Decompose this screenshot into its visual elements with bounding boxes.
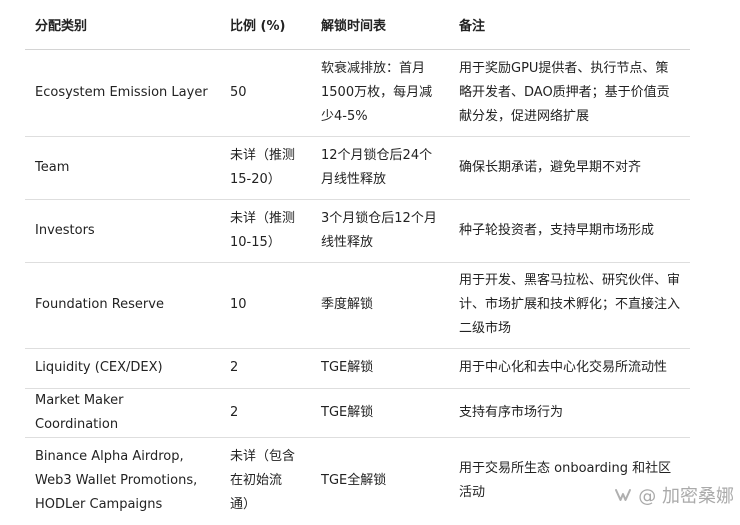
cell-unlock: 3个月锁仓后12个月线性释放 xyxy=(311,199,449,263)
cell-category: Binance Alpha Airdrop, Web3 Wallet Promo… xyxy=(35,449,198,513)
table-row: Investors 未详（推测10-15） 3个月锁仓后12个月线性释放 种子轮… xyxy=(25,199,690,263)
cell-ratio: 未详（包含在初始流通） xyxy=(230,449,296,513)
cell-note: 确保长期承诺，避免早期不对齐 xyxy=(449,136,690,200)
cell-unlock: 12个月锁仓后24个月线性释放 xyxy=(311,136,449,200)
table-row: Foundation Reserve 10 季度解锁 用于开发、黑客马拉松、研究… xyxy=(25,262,690,349)
cell-note: 用于开发、黑客马拉松、研究伙伴、审计、市场扩展和技术孵化；不直接注入二级市场 xyxy=(449,262,690,349)
cell-category: Market Maker Coordination xyxy=(25,388,220,438)
cell-ratio: 未详（推测10-15） xyxy=(220,199,311,263)
table-row: Binance Alpha Airdrop, Web3 Wallet Promo… xyxy=(25,437,690,525)
cell-ratio: 2 xyxy=(220,388,311,438)
header-unlock-schedule: 解锁时间表 xyxy=(311,0,449,50)
cell-category: Investors xyxy=(25,199,220,263)
cell-unlock: TGE全解锁 xyxy=(321,473,387,489)
cell-ratio: 2 xyxy=(220,348,311,389)
token-allocation-table: 分配类别 比例 (%) 解锁时间表 备注 Ecosystem Emission … xyxy=(25,0,690,525)
cell-unlock: TGE解锁 xyxy=(311,388,449,438)
cell-category: Liquidity (CEX/DEX) xyxy=(25,348,220,389)
header-note: 备注 xyxy=(449,0,690,50)
wechat-channel-icon xyxy=(613,485,633,505)
cell-category: Foundation Reserve xyxy=(25,262,220,349)
cell-unlock: 季度解锁 xyxy=(311,262,449,349)
table-row: Team 未详（推测15-20） 12个月锁仓后24个月线性释放 确保长期承诺，… xyxy=(25,136,690,200)
header-ratio: 比例 (%) xyxy=(220,0,311,50)
allocation-table-container: 分配类别 比例 (%) 解锁时间表 备注 Ecosystem Emission … xyxy=(25,0,690,525)
table-row: Ecosystem Emission Layer 50 软衰减排放：首月1500… xyxy=(25,49,690,137)
watermark-text: @ 加密桑娜 xyxy=(638,486,734,507)
cell-category: Team xyxy=(25,136,220,200)
watermark: @ 加密桑娜 xyxy=(613,482,734,508)
table-row: Liquidity (CEX/DEX) 2 TGE解锁 用于中心化和去中心化交易… xyxy=(25,348,690,389)
cell-note: 用于奖励GPU提供者、执行节点、策略开发者、DAO质押者；基于价值贡献分发，促进… xyxy=(449,49,690,137)
table-row: Market Maker Coordination 2 TGE解锁 支持有序市场… xyxy=(25,388,690,438)
cell-category: Ecosystem Emission Layer xyxy=(25,49,220,137)
cell-unlock: TGE解锁 xyxy=(311,348,449,389)
cell-note: 用于中心化和去中心化交易所流动性 xyxy=(449,348,690,389)
cell-note: 用于交易所生态 onboarding 和社区活动 xyxy=(459,461,672,501)
header-category: 分配类别 xyxy=(25,0,220,50)
table-header-row: 分配类别 比例 (%) 解锁时间表 备注 xyxy=(25,0,690,50)
cell-ratio: 50 xyxy=(220,49,311,137)
cell-ratio: 未详（推测15-20） xyxy=(220,136,311,200)
cell-ratio: 10 xyxy=(220,262,311,349)
cell-unlock: 软衰减排放：首月1500万枚，每月减少4-5% xyxy=(311,49,449,137)
cell-note: 支持有序市场行为 xyxy=(449,388,690,438)
cell-note: 种子轮投资者，支持早期市场形成 xyxy=(449,199,690,263)
